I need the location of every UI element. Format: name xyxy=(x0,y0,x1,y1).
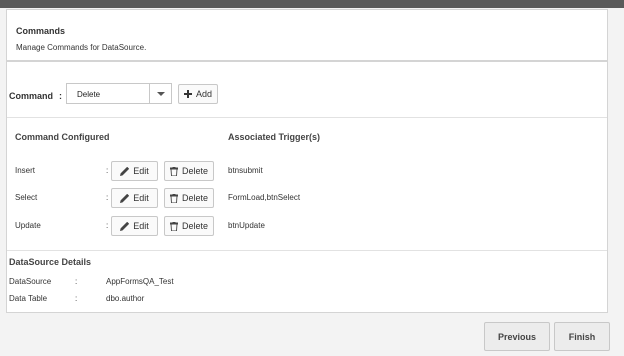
command-name-insert: Insert xyxy=(15,166,36,175)
pencil-icon xyxy=(120,193,130,203)
trash-icon xyxy=(169,193,178,203)
pencil-icon xyxy=(120,221,130,231)
page-title: Commands xyxy=(16,26,66,36)
delete-label: Delete xyxy=(181,221,208,231)
trigger-insert: btnsubmit xyxy=(228,166,263,175)
add-command-button[interactable]: Add xyxy=(178,84,218,104)
edit-update-button[interactable]: Edit xyxy=(111,216,158,236)
datasource-value: AppFormsQA_Test xyxy=(106,277,174,286)
divider xyxy=(7,250,607,251)
datasource-details-heading: DataSource Details xyxy=(9,257,92,267)
delete-label: Delete xyxy=(181,193,208,203)
datatable-label: Data Table xyxy=(9,294,48,303)
trash-icon xyxy=(169,166,178,176)
edit-insert-button[interactable]: Edit xyxy=(111,161,158,181)
delete-label: Delete xyxy=(181,166,208,176)
command-name-update: Update xyxy=(15,221,41,230)
command-select-value: Delete xyxy=(77,90,101,99)
pencil-icon xyxy=(120,166,130,176)
trash-icon xyxy=(169,221,178,231)
divider xyxy=(7,117,607,118)
command-select[interactable]: Delete xyxy=(66,83,172,104)
window-top-bar xyxy=(0,0,624,8)
previous-button[interactable]: Previous xyxy=(484,322,550,351)
trigger-update: btnUpdate xyxy=(228,221,265,230)
associated-triggers-heading: Associated Trigger(s) xyxy=(228,132,321,142)
edit-label: Edit xyxy=(133,221,149,231)
command-row: Command : xyxy=(9,84,62,108)
command-configured-heading: Command Configured xyxy=(15,132,110,142)
edit-select-button[interactable]: Edit xyxy=(111,188,158,208)
row-colon: : xyxy=(106,221,109,230)
command-label: Command xyxy=(9,91,54,101)
add-button-label: Add xyxy=(195,89,212,99)
delete-select-button[interactable]: Delete xyxy=(164,188,214,208)
row-colon: : xyxy=(106,166,109,175)
edit-label: Edit xyxy=(133,166,149,176)
command-colon: : xyxy=(59,91,63,101)
datasource-colon: : xyxy=(75,277,78,286)
datatable-colon: : xyxy=(75,294,78,303)
delete-update-button[interactable]: Delete xyxy=(164,216,214,236)
datatable-value: dbo.author xyxy=(106,294,145,303)
datasource-label: DataSource xyxy=(9,277,52,286)
finish-button[interactable]: Finish xyxy=(554,322,610,351)
caret-down-icon[interactable] xyxy=(149,84,171,103)
commands-header-panel: Commands Manage Commands for DataSource. xyxy=(6,9,608,61)
command-name-select: Select xyxy=(15,193,38,202)
trigger-select: FormLoad,btnSelect xyxy=(228,193,301,202)
edit-label: Edit xyxy=(133,193,149,203)
row-colon: : xyxy=(106,193,109,202)
delete-insert-button[interactable]: Delete xyxy=(164,161,214,181)
plus-icon xyxy=(183,90,192,98)
page-description: Manage Commands for DataSource. xyxy=(16,43,147,52)
